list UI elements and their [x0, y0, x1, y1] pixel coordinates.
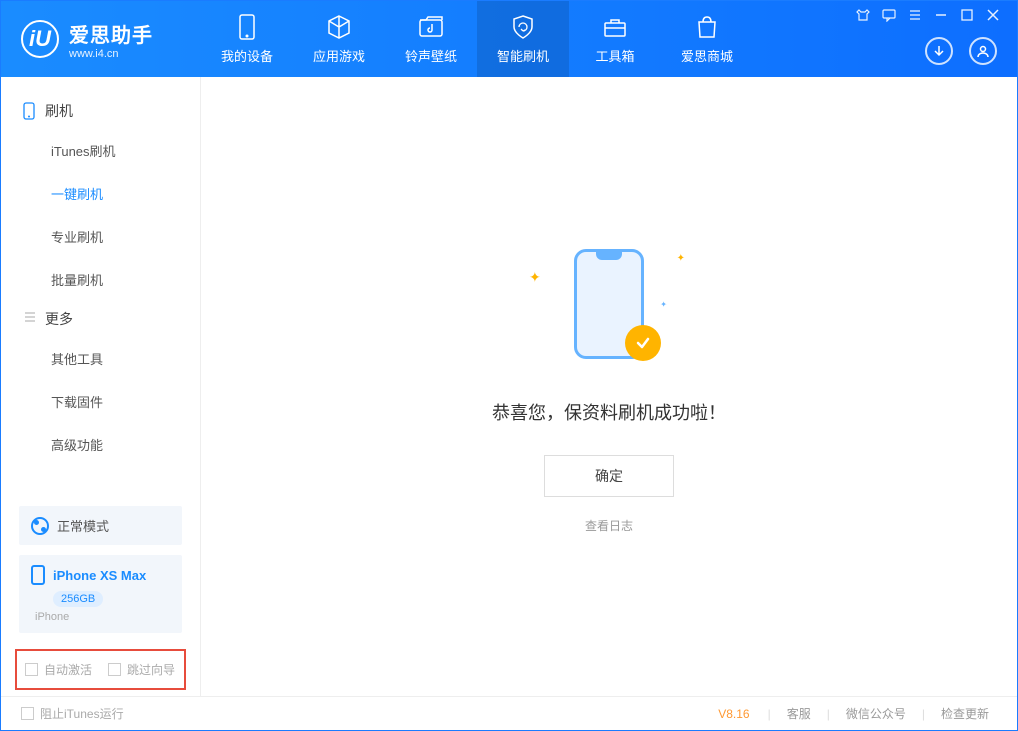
- sidebar-items-more: 其他工具 下载固件 高级功能: [1, 337, 200, 466]
- checkbox-label: 跳过向导: [127, 661, 175, 678]
- window-controls: [855, 7, 1001, 23]
- nav-label: 我的设备: [221, 46, 273, 65]
- sidebar-item-advanced[interactable]: 高级功能: [51, 423, 200, 466]
- footer-link-update[interactable]: 检查更新: [933, 705, 997, 722]
- checkbox-skip-guide[interactable]: 跳过向导: [108, 661, 175, 678]
- nav-label: 应用游戏: [313, 46, 365, 65]
- version-label: V8.16: [718, 707, 749, 721]
- checkbox-icon: [21, 707, 34, 720]
- logo-text: 爱思助手 www.i4.cn: [69, 19, 153, 60]
- separator: |: [768, 707, 771, 721]
- mode-label: 正常模式: [57, 516, 109, 535]
- nav-tab-flash[interactable]: 智能刷机: [477, 1, 569, 77]
- nav-label: 铃声壁纸: [405, 46, 457, 65]
- view-log-link[interactable]: 查看日志: [585, 517, 633, 534]
- separator: |: [922, 707, 925, 721]
- app-title: 爱思助手: [69, 19, 153, 48]
- nav-tab-toolbox[interactable]: 工具箱: [569, 1, 661, 77]
- sidebar-item-firmware[interactable]: 下载固件: [51, 380, 200, 423]
- music-folder-icon: [418, 14, 444, 40]
- device-row: iPhone XS Max: [31, 565, 170, 585]
- cube-icon: [326, 14, 352, 40]
- phone-icon: [23, 102, 37, 120]
- header-actions: [925, 37, 997, 65]
- nav-label: 智能刷机: [497, 46, 549, 65]
- sparkle-icon: ✦: [529, 269, 541, 286]
- ok-button[interactable]: 确定: [544, 455, 674, 497]
- check-badge-icon: [625, 325, 661, 361]
- nav-tab-store[interactable]: 爱思商城: [661, 1, 753, 77]
- sidebar-item-othertools[interactable]: 其他工具: [51, 337, 200, 380]
- device-box[interactable]: iPhone XS Max 256GB iPhone: [19, 555, 182, 633]
- sidebar-spacer: [1, 466, 200, 506]
- feedback-icon[interactable]: [881, 7, 897, 23]
- sidebar-section-flash: 刷机: [1, 93, 200, 129]
- nav-tab-device[interactable]: 我的设备: [201, 1, 293, 77]
- footer: 阻止iTunes运行 V8.16 | 客服 | 微信公众号 | 检查更新: [1, 696, 1017, 730]
- sidebar: 刷机 iTunes刷机 一键刷机 专业刷机 批量刷机 更多 其他工具 下载固件 …: [1, 77, 201, 696]
- footer-left: 阻止iTunes运行: [21, 705, 124, 722]
- sidebar-item-oneclick[interactable]: 一键刷机: [51, 172, 200, 215]
- checkbox-highlight-box: 自动激活 跳过向导: [15, 649, 186, 690]
- sidebar-section-more: 更多: [1, 301, 200, 337]
- sidebar-items-flash: iTunes刷机 一键刷机 专业刷机 批量刷机: [1, 129, 200, 301]
- mode-icon: [31, 517, 49, 535]
- nav-tab-apps[interactable]: 应用游戏: [293, 1, 385, 77]
- close-button[interactable]: [985, 7, 1001, 23]
- checkbox-icon: [108, 663, 121, 676]
- download-button[interactable]: [925, 37, 953, 65]
- app-url: www.i4.cn: [69, 48, 153, 60]
- device-icon: [234, 14, 260, 40]
- header: iU 爱思助手 www.i4.cn 我的设备 应用游戏 铃声壁纸 智能刷机: [1, 1, 1017, 77]
- logo-area: iU 爱思助手 www.i4.cn: [1, 19, 201, 60]
- main-content: ✦ ✦ ✦ 恭喜您，保资料刷机成功啦！ 确定 查看日志: [201, 77, 1017, 696]
- device-type: iPhone: [35, 611, 170, 623]
- checkbox-block-itunes[interactable]: 阻止iTunes运行: [21, 705, 124, 722]
- nav-tabs: 我的设备 应用游戏 铃声壁纸 智能刷机 工具箱 爱思商城: [201, 1, 753, 77]
- sidebar-item-pro[interactable]: 专业刷机: [51, 215, 200, 258]
- shield-refresh-icon: [510, 14, 536, 40]
- checkbox-label: 阻止iTunes运行: [40, 705, 124, 722]
- section-title: 刷机: [45, 101, 73, 121]
- success-message: 恭喜您，保资料刷机成功啦！: [492, 399, 726, 425]
- footer-right: V8.16 | 客服 | 微信公众号 | 检查更新: [718, 705, 997, 722]
- body: 刷机 iTunes刷机 一键刷机 专业刷机 批量刷机 更多 其他工具 下载固件 …: [1, 77, 1017, 696]
- checkbox-icon: [25, 663, 38, 676]
- nav-tab-ringtones[interactable]: 铃声壁纸: [385, 1, 477, 77]
- device-phone-icon: [31, 565, 45, 585]
- user-button[interactable]: [969, 37, 997, 65]
- checkbox-auto-activate[interactable]: 自动激活: [25, 661, 92, 678]
- success-illustration: ✦ ✦ ✦: [529, 239, 689, 369]
- nav-label: 爱思商城: [681, 46, 733, 65]
- sparkle-icon: ✦: [660, 300, 667, 309]
- minimize-button[interactable]: [933, 7, 949, 23]
- sidebar-item-itunes[interactable]: iTunes刷机: [51, 129, 200, 172]
- bag-icon: [694, 14, 720, 40]
- skin-icon[interactable]: [855, 7, 871, 23]
- separator: |: [827, 707, 830, 721]
- app-window: iU 爱思助手 www.i4.cn 我的设备 应用游戏 铃声壁纸 智能刷机: [0, 0, 1018, 731]
- nav-label: 工具箱: [595, 46, 634, 65]
- checkbox-label: 自动激活: [44, 661, 92, 678]
- footer-link-wechat[interactable]: 微信公众号: [838, 705, 914, 722]
- sidebar-item-batch[interactable]: 批量刷机: [51, 258, 200, 301]
- toolbox-icon: [602, 14, 628, 40]
- device-name: iPhone XS Max: [53, 568, 146, 583]
- maximize-button[interactable]: [959, 7, 975, 23]
- menu-icon[interactable]: [907, 7, 923, 23]
- mode-box[interactable]: 正常模式: [19, 506, 182, 545]
- device-storage: 256GB: [53, 591, 103, 607]
- sparkle-icon: ✦: [677, 253, 685, 264]
- footer-link-support[interactable]: 客服: [779, 705, 819, 722]
- section-title: 更多: [45, 309, 73, 329]
- list-icon: [23, 310, 37, 328]
- logo-icon: iU: [21, 20, 59, 58]
